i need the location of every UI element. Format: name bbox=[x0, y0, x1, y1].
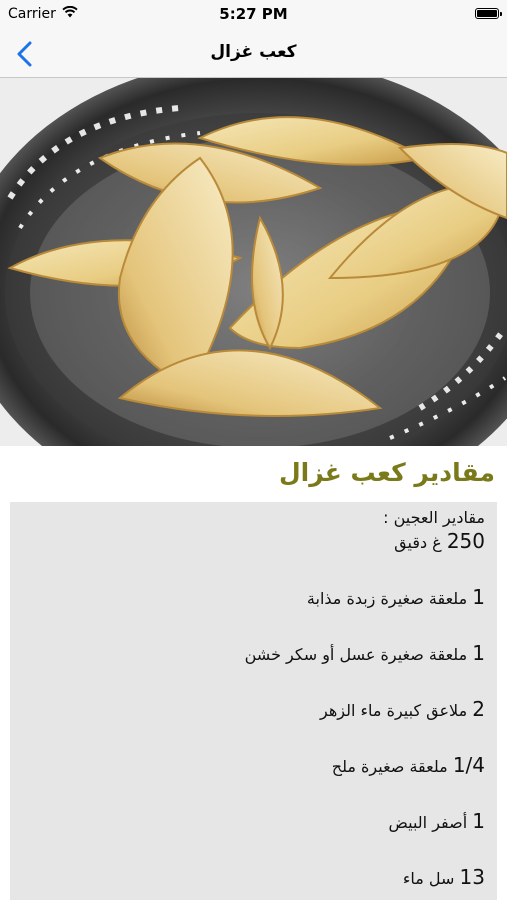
battery-icon bbox=[475, 8, 502, 19]
status-time: 5:27 PM bbox=[219, 5, 288, 23]
ingredient-item: 1/4 ملعقة صغيرة ملح bbox=[331, 753, 485, 777]
navigation-bar: كعب غزال bbox=[0, 30, 507, 78]
ingredient-item: 1 ملعقة صغيرة زبدة مذابة bbox=[306, 585, 485, 609]
ingredients-box: مقادير العجين : 250 غ دقيق 1 ملعقة صغيرة… bbox=[10, 502, 497, 900]
page-title: كعب غزال bbox=[210, 42, 297, 62]
ingredient-item: 1 أصفر البيض bbox=[388, 809, 485, 833]
ingredient-item: 1 ملعقة صغيرة عسل أو سكر خشن bbox=[244, 641, 485, 665]
ingredients-header: مقادير العجين : bbox=[383, 508, 485, 527]
ingredient-item: 2 ملاعق كبيرة ماء الزهر bbox=[320, 697, 485, 721]
status-bar: Carrier 5:27 PM bbox=[0, 0, 507, 30]
section-title: مقادير كعب غزال bbox=[278, 458, 495, 487]
status-right bbox=[475, 8, 502, 19]
ingredient-item: 250 غ دقيق bbox=[394, 529, 485, 553]
recipe-photo bbox=[0, 78, 507, 446]
recipe-photo-graphic bbox=[0, 78, 507, 446]
ingredient-item: 13 سل ماء bbox=[402, 865, 485, 889]
